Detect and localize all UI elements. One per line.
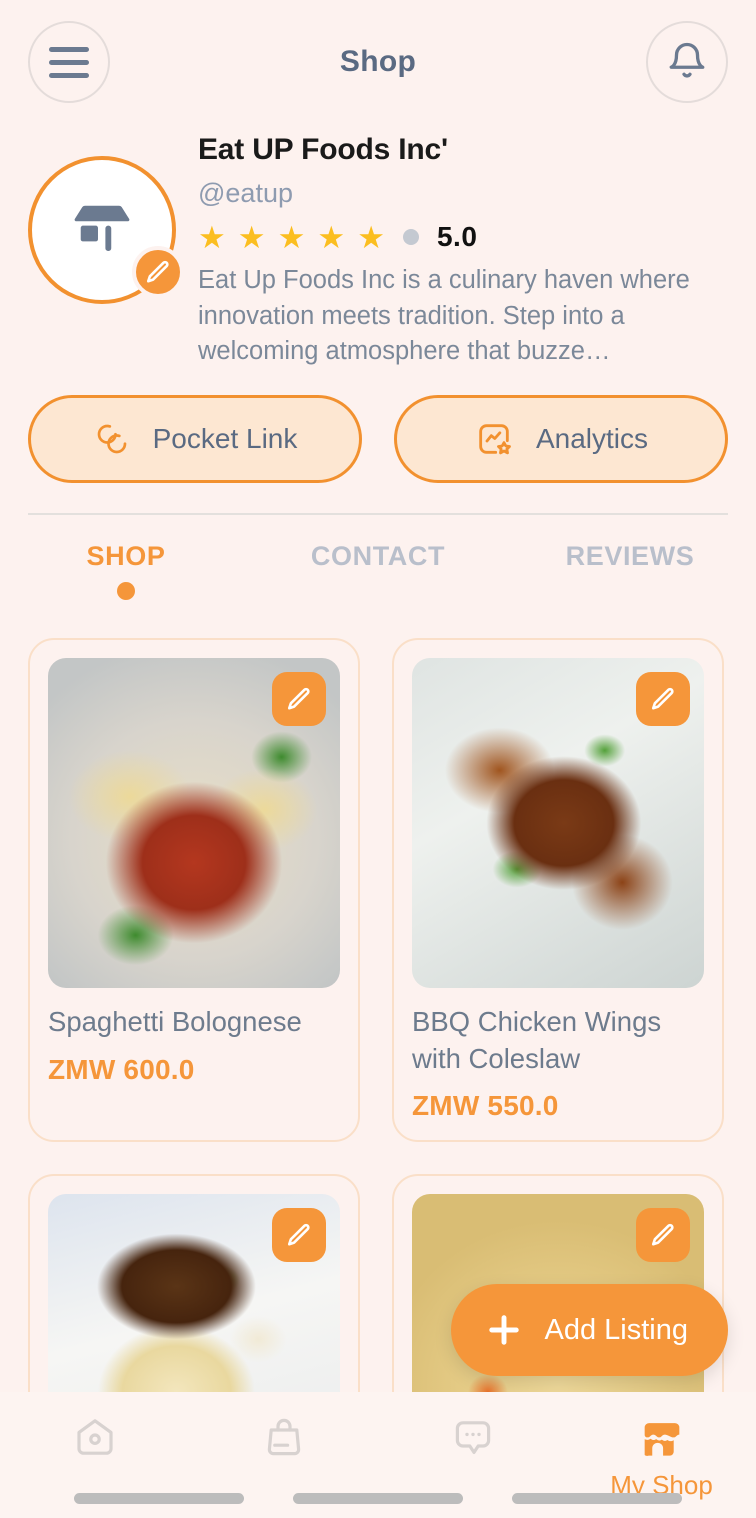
listing-price: ZMW 550.0 [412, 1089, 559, 1121]
edit-listing-button[interactable] [636, 1207, 690, 1262]
notifications-button[interactable] [646, 21, 728, 103]
pocket-link-button[interactable]: Pocket Link [28, 394, 362, 483]
edit-listing-button[interactable] [636, 671, 690, 726]
avatar[interactable] [28, 156, 184, 304]
listing-title: Spaghetti Bolognese [48, 1005, 302, 1037]
spaghetti-bolognese-photo [48, 657, 340, 988]
page-title: Shop [339, 45, 417, 78]
active-tab-indicator [117, 581, 135, 600]
bbq-chicken-wings-photo [412, 657, 704, 988]
shop-name: Eat UP Foods Inc' [198, 133, 448, 166]
shop-screen: Shop Eat UP Foods Inc' @eatup ★ ★ ★ ★ ★ … [0, 0, 756, 1518]
tab-shop-label: SHOP [86, 540, 166, 571]
rating-separator-dot [402, 229, 419, 246]
listing-grid: Spaghetti Bolognese ZMW 600.0 BBQ Chicke… [0, 600, 756, 1518]
nav-item-chat[interactable] [378, 1414, 567, 1466]
star-icon: ★ [357, 219, 385, 255]
pencil-edit-icon [146, 260, 169, 283]
rating-value: 5.0 [436, 221, 478, 253]
home-indicator-bar [511, 1493, 682, 1504]
home-icon [76, 1419, 113, 1455]
pocket-link-label: Pocket Link [152, 422, 298, 454]
pencil-edit-icon [651, 687, 674, 710]
pencil-edit-icon [651, 1223, 674, 1246]
storefront-filled-icon [644, 1423, 679, 1456]
star-icon: ★ [277, 219, 306, 255]
shop-details: Eat UP Foods Inc' @eatup ★ ★ ★ ★ ★ 5.0 E… [176, 120, 728, 369]
listing-price: ZMW 600.0 [48, 1053, 195, 1085]
tab-reviews-label: REVIEWS [565, 540, 695, 571]
tab-shop[interactable]: SHOP [0, 541, 252, 600]
shopping-bag-icon [267, 1418, 300, 1456]
tab-contact[interactable]: CONTACT [252, 541, 504, 600]
hamburger-menu-icon [49, 46, 89, 78]
plus-icon [488, 1315, 519, 1345]
home-indicator [0, 1493, 756, 1504]
rating-row: ★ ★ ★ ★ ★ 5.0 [198, 221, 728, 253]
listing-title: BBQ Chicken Wings with Coleslaw [412, 1005, 662, 1074]
star-icon: ★ [237, 219, 266, 255]
shop-tabs: SHOP CONTACT REVIEWS [0, 515, 756, 600]
add-listing-button[interactable]: Add Listing [450, 1284, 728, 1376]
tab-reviews[interactable]: REVIEWS [504, 541, 756, 600]
tab-contact-label: CONTACT [310, 540, 446, 571]
star-icon: ★ [317, 219, 346, 255]
pencil-edit-icon [287, 1223, 310, 1246]
nav-item-my-shop[interactable]: My Shop [567, 1414, 756, 1501]
action-buttons: Pocket Link Analytics [0, 369, 756, 483]
nav-item-home[interactable] [0, 1414, 189, 1466]
shop-description: Eat Up Foods Inc is a culinary haven whe… [198, 266, 690, 365]
analytics-label: Analytics [535, 422, 649, 454]
shop-profile: Eat UP Foods Inc' @eatup ★ ★ ★ ★ ★ 5.0 E… [0, 120, 756, 369]
storefront-icon [74, 205, 130, 251]
shop-handle: @eatup [198, 178, 293, 208]
link-chain-icon [97, 424, 126, 454]
listing-card[interactable]: BBQ Chicken Wings with Coleslaw ZMW 550.… [392, 637, 724, 1142]
edit-listing-button[interactable] [272, 671, 326, 726]
pencil-edit-icon [287, 687, 310, 710]
analytics-chart-star-icon [479, 424, 511, 455]
menu-button[interactable] [28, 21, 110, 103]
edit-listing-button[interactable] [272, 1207, 326, 1262]
listing-card[interactable]: Spaghetti Bolognese ZMW 600.0 [28, 637, 360, 1142]
star-icon: ★ [198, 219, 226, 255]
app-header: Shop [0, 0, 756, 124]
edit-avatar-button[interactable] [132, 246, 184, 298]
chat-bubble-icon [455, 1421, 490, 1454]
nav-item-orders[interactable] [189, 1414, 378, 1466]
bell-icon [669, 42, 705, 78]
analytics-button[interactable]: Analytics [394, 394, 728, 483]
home-indicator-bar [292, 1493, 463, 1504]
home-indicator-bar [74, 1493, 245, 1504]
add-listing-label: Add Listing [544, 1313, 689, 1346]
